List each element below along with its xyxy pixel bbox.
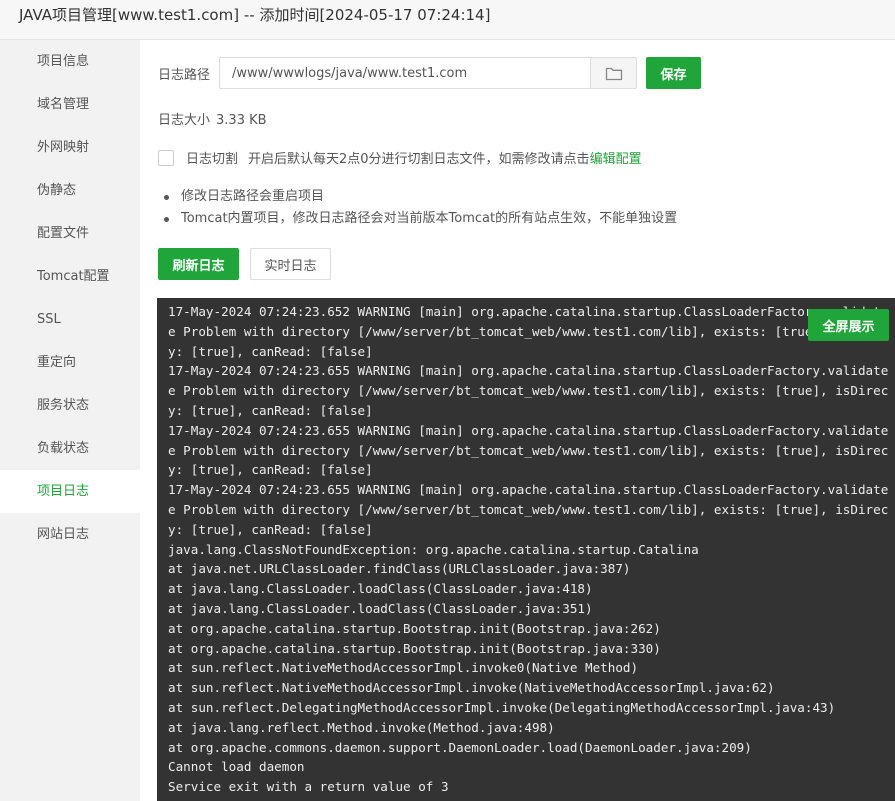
note-text: Tomcat内置项目，修改日志路径会对当前版本Tomcat的所有站点生效，不能单… <box>181 211 678 226</box>
log-line: java.lang.ClassNotFoundException: org.ap… <box>168 541 699 557</box>
log-line: at java.net.URLClassLoader.findClass(URL… <box>168 561 631 577</box>
sidebar-item-redirect[interactable]: 重定向 <box>0 341 140 384</box>
sidebar-item-domain-management[interactable]: 域名管理 <box>0 83 140 126</box>
folder-select-button[interactable] <box>590 57 638 89</box>
sidebar-item-rewrite[interactable]: 伪静态 <box>0 169 140 212</box>
log-line: at org.apache.commons.daemon.support.Dae… <box>168 739 752 755</box>
log-path-input[interactable] <box>219 57 591 89</box>
log-line: 17-May-2024 07:24:23.655 WARNING [main] … <box>168 363 889 379</box>
bullet-icon <box>164 194 169 200</box>
sidebar-item-tomcat-config[interactable]: Tomcat配置 <box>0 255 140 298</box>
notes-list: 修改日志路径会重启项目 Tomcat内置项目，修改日志路径会对当前版本Tomca… <box>164 186 677 230</box>
log-line: y: [true], canRead: [false] <box>168 462 373 478</box>
log-cut-description: 开启后默认每天2点0分进行切割日志文件，如需修改请点击 <box>248 152 590 167</box>
log-line: at sun.reflect.DelegatingMethodAccessorI… <box>168 699 836 715</box>
sidebar-item-site-log[interactable]: 网站日志 <box>0 513 140 556</box>
log-line: at org.apache.catalina.startup.Bootstrap… <box>168 640 661 656</box>
log-size-label: 日志大小 <box>158 113 211 128</box>
sidebar-item-config-file[interactable]: 配置文件 <box>0 212 140 255</box>
folder-icon <box>605 67 622 80</box>
list-item: Tomcat内置项目，修改日志路径会对当前版本Tomcat的所有站点生效，不能单… <box>164 208 677 230</box>
log-line: 17-May-2024 07:24:23.652 WARNING [main] … <box>168 304 889 319</box>
log-line: e Problem with directory [/www/server/bt… <box>168 323 889 339</box>
log-line: 17-May-2024 07:24:23.655 WARNING [main] … <box>168 482 889 498</box>
sidebar-item-load-status[interactable]: 负载状态 <box>0 427 140 470</box>
log-line: 17-May-2024 07:24:23.655 WARNING [main] … <box>168 422 889 438</box>
log-line: y: [true], canRead: [false] <box>168 343 373 359</box>
window-title: JAVA项目管理[www.test1.com] -- 添加时间[2024-05-… <box>0 0 895 40</box>
log-path-row: 日志路径 保存 <box>158 57 702 89</box>
log-line: at java.lang.ClassLoader.loadClass(Class… <box>168 581 593 597</box>
sidebar-item-project-log[interactable]: 项目日志 <box>0 470 140 513</box>
log-line: at sun.reflect.NativeMethodAccessorImpl.… <box>168 660 639 676</box>
log-size-value: 3.33 KB <box>216 113 267 128</box>
sidebar-item-ssl[interactable]: SSL <box>0 298 140 341</box>
log-line: at org.apache.catalina.startup.Bootstrap… <box>168 620 661 636</box>
log-line: e Problem with directory [/www/server/bt… <box>168 442 889 458</box>
sidebar-item-external-mapping[interactable]: 外网映射 <box>0 126 140 169</box>
sidebar: 项目信息 域名管理 外网映射 伪静态 配置文件 Tomcat配置 SSL 重定向… <box>0 40 140 801</box>
list-item: 修改日志路径会重启项目 <box>164 186 677 208</box>
fullscreen-button[interactable]: 全屏展示 <box>808 309 889 341</box>
sidebar-item-service-status[interactable]: 服务状态 <box>0 384 140 427</box>
log-path-label: 日志路径 <box>158 67 211 83</box>
log-line: at sun.reflect.NativeMethodAccessorImpl.… <box>168 680 775 696</box>
sidebar-item-project-info[interactable]: 项目信息 <box>0 40 140 83</box>
log-output[interactable]: 17-May-2024 07:24:23.652 WARNING [main] … <box>157 298 895 801</box>
log-cut-row: 日志切割 开启后默认每天2点0分进行切割日志文件，如需修改请点击 编辑配置 <box>158 148 642 167</box>
log-line: e Problem with directory [/www/server/bt… <box>168 501 889 517</box>
realtime-log-button[interactable]: 实时日志 <box>250 248 331 280</box>
log-line: y: [true], canRead: [false] <box>168 402 373 418</box>
log-line: Cannot load daemon <box>168 759 305 775</box>
log-size-row: 日志大小 3.33 KB <box>158 109 267 128</box>
log-line: at java.lang.ClassLoader.loadClass(Class… <box>168 600 593 616</box>
edit-config-link[interactable]: 编辑配置 <box>590 148 642 167</box>
log-cut-checkbox[interactable] <box>158 149 174 166</box>
log-line: e Problem with directory [/www/server/bt… <box>168 383 889 399</box>
refresh-log-button[interactable]: 刷新日志 <box>158 248 239 280</box>
main-panel: 日志路径 保存 日志大小 3.33 KB 日志切割 开启后默认每天2点0分进行切割… <box>140 40 895 801</box>
log-actions: 刷新日志 实时日志 <box>158 248 331 280</box>
log-line: y: [true], canRead: [false] <box>168 521 373 537</box>
note-text: 修改日志路径会重启项目 <box>181 189 325 204</box>
save-button[interactable]: 保存 <box>646 57 702 89</box>
log-line: Service exit with a return value of 3 <box>168 779 449 795</box>
bullet-icon <box>164 216 169 222</box>
log-line: at java.lang.reflect.Method.invoke(Metho… <box>168 719 555 735</box>
log-cut-label: 日志切割 <box>186 152 239 167</box>
